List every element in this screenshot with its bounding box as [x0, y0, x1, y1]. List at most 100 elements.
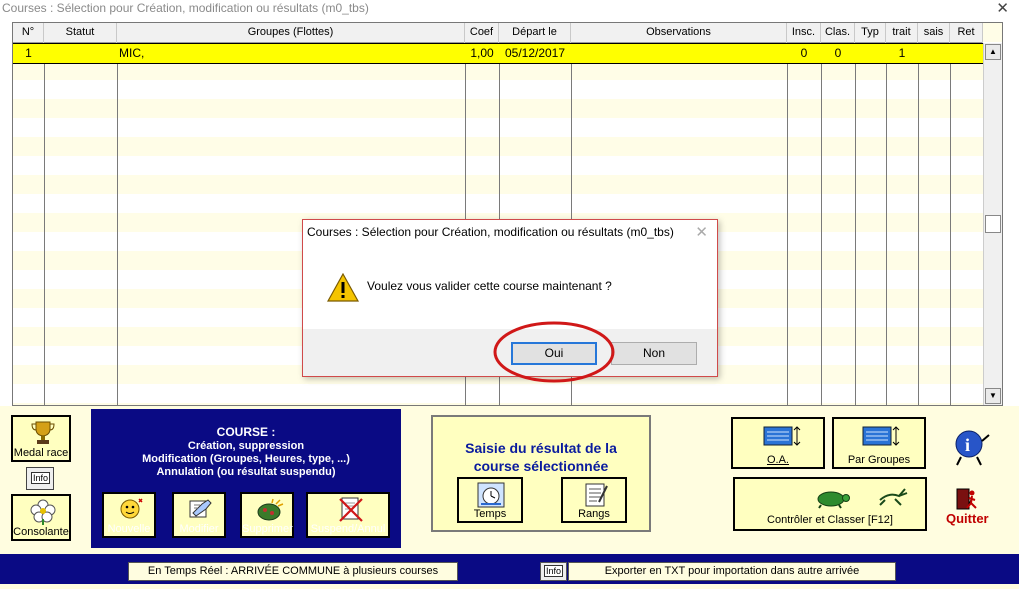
dialog-title: Courses : Sélection pour Création, modif… — [307, 225, 674, 239]
modifier-label: Modifier — [179, 523, 219, 535]
controler-classer-label: Contrôler et Classer [F12] — [767, 514, 893, 526]
course-panel: COURSE : Création, suppression Modificat… — [91, 409, 401, 548]
saisie-title-line2: course sélectionnée — [473, 458, 609, 474]
column-divider — [821, 43, 822, 405]
cancel-document-icon — [339, 497, 363, 522]
window-title: Courses : Sélection pour Création, modif… — [2, 1, 369, 15]
col-groupes[interactable]: Groupes (Flottes) — [117, 23, 465, 43]
turtle-icon — [817, 491, 850, 509]
column-divider — [44, 43, 45, 405]
oa-label: O.A. — [766, 454, 789, 466]
trophy-icon — [31, 421, 55, 444]
quitter-label[interactable]: Quitter — [946, 511, 989, 526]
table-row-selected[interactable]: 1 MIC, 1,00 05/12/2017 0 0 1 — [13, 43, 983, 64]
cell-typ — [855, 44, 886, 63]
nouvelle-button[interactable]: Nouvelle — [102, 492, 156, 538]
saisie-title-line1: Saisie du résultat de la — [465, 440, 617, 456]
col-sais[interactable]: sais — [918, 23, 950, 43]
column-divider — [918, 43, 919, 405]
column-divider — [855, 43, 856, 405]
scroll-thumb[interactable] — [985, 215, 1001, 233]
col-observations[interactable]: Observations — [571, 23, 787, 43]
flower-icon — [30, 499, 56, 525]
temps-reel-button[interactable]: En Temps Réel : ARRIVÉE COMMUNE à plusie… — [128, 562, 458, 581]
cell-clas: 0 — [834, 46, 842, 60]
svg-text:i: i — [965, 435, 970, 455]
info-small-button[interactable]: Info — [26, 467, 54, 490]
annotation-circle — [493, 321, 615, 383]
new-face-icon — [120, 498, 143, 519]
rangs-label: Rangs — [578, 508, 610, 520]
cell-sais — [918, 44, 950, 63]
par-groupes-label: Par Groupes — [847, 454, 911, 466]
cell-observations — [571, 44, 787, 63]
dialog-close-button[interactable]: ✕ — [695, 223, 708, 241]
controler-classer-button[interactable]: Contrôler et Classer [F12] — [733, 477, 927, 531]
nouvelle-label: Nouvelle — [107, 523, 151, 535]
sort-list-icon — [763, 426, 801, 446]
exporter-txt-button[interactable]: Exporter en TXT pour importation dans au… — [568, 562, 896, 581]
cell-statut — [44, 44, 117, 63]
col-clas[interactable]: Clas. — [821, 23, 855, 43]
course-panel-line2: Modification (Groupes, Heures, type, ...… — [142, 453, 350, 465]
timer-icon — [477, 482, 505, 508]
col-depart[interactable]: Départ le — [499, 23, 571, 43]
course-panel-line3: Annulation (ou résultat suspendu) — [156, 466, 336, 478]
cell-groupes: MIC, — [119, 46, 145, 60]
saisie-panel: Saisie du résultat de la course sélectio… — [431, 415, 651, 532]
suspend-annul-button[interactable]: Suspend/Annul — [306, 492, 390, 538]
col-ret[interactable]: Ret — [950, 23, 983, 43]
consolante-label: Consolante — [13, 526, 69, 538]
scroll-down-arrow-icon[interactable]: ▼ — [985, 388, 1001, 404]
course-panel-line1: Création, suppression — [187, 440, 305, 452]
cell-num: 1 — [25, 46, 32, 60]
cell-insc: 0 — [800, 46, 808, 60]
oa-button[interactable]: O.A. — [731, 417, 825, 469]
column-divider — [886, 43, 887, 405]
cell-ret — [950, 44, 983, 63]
vertical-scrollbar[interactable]: ▲ ▼ — [983, 43, 1002, 405]
consolante-button[interactable]: Consolante — [11, 494, 71, 541]
column-divider — [787, 43, 788, 405]
cell-depart: 05/12/2017 — [504, 46, 566, 60]
table-header: N° Statut Groupes (Flottes) Coef Départ … — [13, 23, 983, 43]
cell-trait: 1 — [898, 46, 906, 60]
modify-icon — [189, 499, 212, 518]
info-icon: Info — [31, 472, 51, 484]
supprimer-button[interactable]: Supprimer — [240, 492, 294, 538]
sort-groups-icon — [862, 426, 900, 446]
status-bar: En Temps Réel : ARRIVÉE COMMUNE à plusie… — [0, 554, 1019, 584]
info-icon: Info — [543, 565, 563, 577]
exit-door-icon[interactable] — [955, 488, 979, 510]
non-button[interactable]: Non — [611, 342, 697, 365]
col-trait[interactable]: trait — [886, 23, 918, 43]
warning-icon — [327, 273, 359, 302]
col-insc[interactable]: Insc. — [787, 23, 821, 43]
medal-race-label: Medal race — [13, 447, 69, 459]
info-export-button[interactable]: Info — [540, 562, 567, 581]
supprimer-label: Supprimer — [242, 523, 293, 535]
info-figure-icon[interactable]: i — [951, 429, 993, 467]
window-close-button[interactable]: ✕ — [996, 0, 1009, 17]
hare-icon — [879, 488, 908, 506]
modifier-button[interactable]: Modifier — [172, 492, 226, 538]
col-coef[interactable]: Coef — [465, 23, 499, 43]
col-statut[interactable]: Statut — [44, 23, 117, 43]
col-num[interactable]: N° — [13, 23, 44, 43]
medal-race-button[interactable]: Medal race — [11, 415, 71, 462]
rangs-button[interactable]: Rangs — [561, 477, 627, 523]
bottom-toolbar: Medal race Info Consolante COURSE : Créa… — [0, 406, 1019, 589]
col-typ[interactable]: Typ — [855, 23, 886, 43]
column-divider — [950, 43, 951, 405]
temps-button[interactable]: Temps — [457, 477, 523, 523]
delete-bomb-icon — [257, 498, 284, 521]
cell-coef: 1,00 — [470, 46, 494, 60]
par-groupes-button[interactable]: Par Groupes — [832, 417, 926, 469]
scroll-up-arrow-icon[interactable]: ▲ — [985, 44, 1001, 60]
column-divider — [117, 43, 118, 405]
suspend-annul-label: Suspend/Annul — [310, 523, 386, 535]
title-bar: Courses : Sélection pour Création, modif… — [0, 0, 1019, 18]
temps-label: Temps — [473, 508, 507, 520]
course-panel-title: COURSE : — [216, 425, 276, 439]
ranking-list-icon — [585, 483, 608, 507]
